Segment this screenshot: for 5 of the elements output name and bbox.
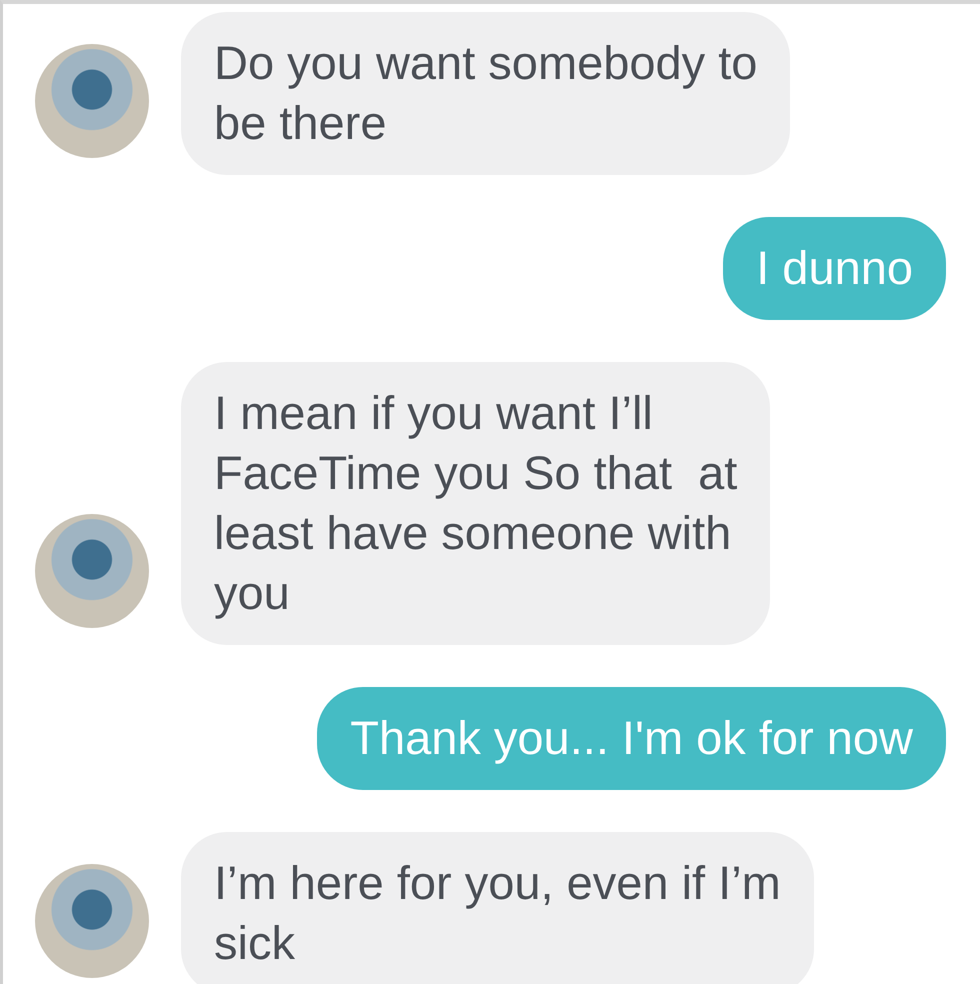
- received-message-bubble: I mean if you want I’ll FaceTime you So that at least have someone with you: [181, 362, 770, 645]
- sent-message-bubble: I dunno: [723, 217, 946, 320]
- received-message-bubble: Do you want somebody to be there: [181, 12, 790, 175]
- sent-message-bubble: Thank you... I'm ok for now: [317, 687, 946, 790]
- received-message-bubble: I’m here for you, even if I’m sick: [181, 832, 814, 984]
